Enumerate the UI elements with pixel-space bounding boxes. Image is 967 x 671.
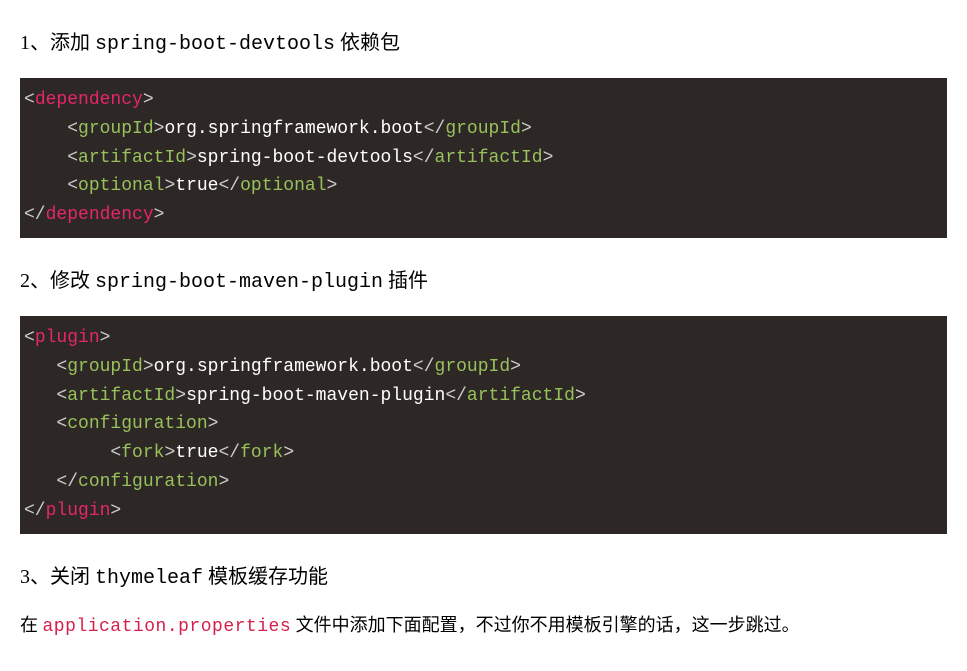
section-heading-2: 2、修改 spring-boot-maven-plugin 插件 bbox=[20, 266, 947, 298]
heading-mono: spring-boot-devtools bbox=[95, 33, 335, 56]
tag-artifactid-close: artifactId bbox=[467, 386, 575, 406]
heading-mono: thymeleaf bbox=[95, 567, 203, 590]
heading-suffix: 模板缓存功能 bbox=[203, 566, 328, 588]
tag-groupid-close: groupId bbox=[435, 357, 511, 377]
text-fork: true bbox=[175, 443, 218, 463]
tag-fork: fork bbox=[121, 443, 164, 463]
tag-optional-close: optional bbox=[240, 176, 326, 196]
heading-mono: spring-boot-maven-plugin bbox=[95, 271, 383, 294]
tag-fork-close: fork bbox=[240, 443, 283, 463]
tag-groupid: groupId bbox=[78, 119, 154, 139]
heading-prefix: 2、修改 bbox=[20, 270, 95, 292]
text-groupid: org.springframework.boot bbox=[164, 119, 423, 139]
section-heading-1: 1、添加 spring-boot-devtools 依赖包 bbox=[20, 28, 947, 60]
tag-artifactid-close: artifactId bbox=[435, 148, 543, 168]
heading-suffix: 依赖包 bbox=[335, 32, 400, 54]
section-heading-3: 3、关闭 thymeleaf 模板缓存功能 bbox=[20, 562, 947, 594]
text-optional: true bbox=[175, 176, 218, 196]
code-block-dependency: <dependency> <groupId>org.springframewor… bbox=[20, 78, 947, 238]
tag-plugin-close: plugin bbox=[46, 501, 111, 521]
tag-configuration-close: configuration bbox=[78, 472, 218, 492]
tag-groupid-close: groupId bbox=[445, 119, 521, 139]
text-artifactid: spring-boot-devtools bbox=[197, 148, 413, 168]
inline-code-filename: application.properties bbox=[43, 617, 292, 637]
tag-groupid: groupId bbox=[67, 357, 143, 377]
paragraph-section3: 在 application.properties 文件中添加下面配置，不过你不用… bbox=[20, 612, 947, 641]
heading-prefix: 1、添加 bbox=[20, 32, 95, 54]
heading-suffix: 插件 bbox=[383, 270, 428, 292]
tag-optional: optional bbox=[78, 176, 164, 196]
para-pre: 在 bbox=[20, 615, 43, 635]
tag-configuration: configuration bbox=[67, 414, 207, 434]
heading-prefix: 3、关闭 bbox=[20, 566, 95, 588]
tag-dependency-close: dependency bbox=[46, 205, 154, 225]
tag-dependency-open: dependency bbox=[35, 90, 143, 110]
tag-artifactid: artifactId bbox=[67, 386, 175, 406]
para-post: 文件中添加下面配置，不过你不用模板引擎的话，这一步跳过。 bbox=[291, 615, 800, 635]
code-block-plugin: <plugin> <groupId>org.springframework.bo… bbox=[20, 316, 947, 534]
text-artifactid: spring-boot-maven-plugin bbox=[186, 386, 445, 406]
tag-plugin-open: plugin bbox=[35, 328, 100, 348]
text-groupid: org.springframework.boot bbox=[154, 357, 413, 377]
tag-artifactid: artifactId bbox=[78, 148, 186, 168]
